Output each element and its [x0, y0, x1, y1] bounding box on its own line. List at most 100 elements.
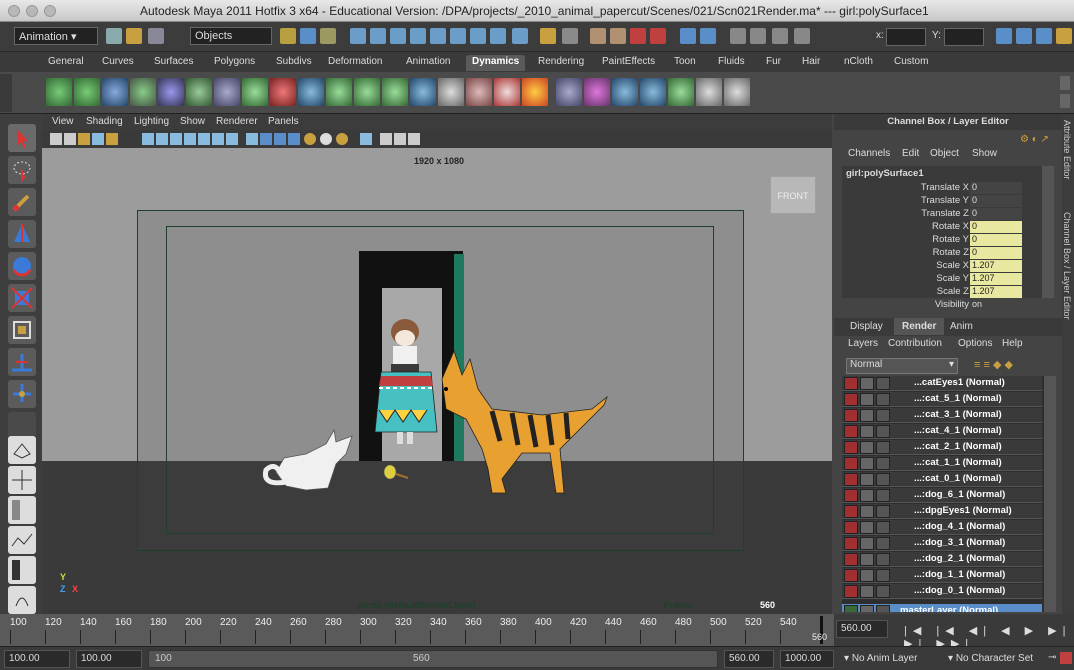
soft-modification-icon[interactable]: [8, 348, 36, 376]
render-toggle-icon[interactable]: [844, 569, 858, 582]
recycle-toggle-icon[interactable]: [860, 489, 874, 502]
render-toggle-icon[interactable]: [844, 473, 858, 486]
render-layer-row[interactable]: ...:dog_3_1 (Normal): [842, 536, 1042, 551]
render-toggle-icon[interactable]: [844, 521, 858, 534]
recycle-toggle-icon[interactable]: [860, 569, 874, 582]
menu-set-dropdown[interactable]: Animation ▾: [14, 27, 98, 45]
newton-field-icon[interactable]: [298, 78, 324, 106]
select-camera-icon[interactable]: [50, 133, 62, 145]
render-view-icon[interactable]: [772, 28, 788, 44]
attribute-editor-tab[interactable]: Attribute Editor: [1062, 120, 1072, 180]
channel-value-field[interactable]: 0: [970, 247, 1022, 259]
viewport-menu-renderer[interactable]: Renderer: [216, 116, 258, 127]
lock-icon[interactable]: [540, 28, 556, 44]
layer-settings-icon[interactable]: [876, 521, 890, 534]
gravity-field-icon[interactable]: [270, 78, 296, 106]
layer-settings-icon[interactable]: [876, 605, 890, 612]
recycle-toggle-icon[interactable]: [860, 585, 874, 598]
channel-value-field[interactable]: 0: [970, 182, 1022, 194]
show-hide-icon[interactable]: [680, 28, 696, 44]
batch-render-icon[interactable]: [750, 28, 766, 44]
render-toggle-icon[interactable]: [844, 393, 858, 406]
move-tool-icon[interactable]: [8, 220, 36, 248]
particle-tool-icon[interactable]: [46, 78, 72, 106]
vortex-field-icon[interactable]: [410, 78, 436, 106]
shelf-tab-fluids[interactable]: Fluids: [712, 55, 751, 71]
render-layer-row[interactable]: ...:dog_4_1 (Normal): [842, 520, 1042, 535]
character-set-dropdown[interactable]: ▾ No Character Set: [944, 650, 1044, 668]
channel-box-options-icon[interactable]: ⚙ ◐ ↗: [1020, 134, 1054, 146]
lightning-effect-icon[interactable]: [612, 78, 638, 106]
perspective-viewport[interactable]: View Shading Lighting Show Renderer Pane…: [42, 114, 832, 614]
anim-layer-dropdown[interactable]: ▾ No Anim Layer: [840, 650, 942, 668]
layout-single-icon[interactable]: [8, 436, 36, 464]
history-icon[interactable]: [470, 28, 486, 44]
fire-effect-icon[interactable]: [522, 78, 548, 106]
layer-settings-icon[interactable]: [876, 489, 890, 502]
bowling-pin-icon[interactable]: [494, 78, 520, 106]
use-all-lights-icon[interactable]: [304, 133, 316, 145]
channel-value-field[interactable]: 1.207: [970, 273, 1022, 285]
channel-value-field[interactable]: 1.207: [970, 286, 1022, 298]
layer-settings-icon[interactable]: [876, 553, 890, 566]
channel-box-toggle-icon[interactable]: [1036, 28, 1052, 44]
high-quality-icon[interactable]: [336, 133, 348, 145]
rigid-body-icon[interactable]: [438, 78, 464, 106]
render-layer-row[interactable]: ...:cat_5_1 (Normal): [842, 392, 1042, 407]
fireworks-effect-icon[interactable]: [584, 78, 610, 106]
channel-row[interactable]: Rotate Z0: [852, 247, 1057, 260]
radial-field-icon[interactable]: [326, 78, 352, 106]
channel-row[interactable]: Translate X0: [852, 182, 1057, 195]
drag-field-icon[interactable]: [242, 78, 268, 106]
viewport-menu-shading[interactable]: Shading: [86, 116, 123, 127]
render-toggle-icon[interactable]: [844, 553, 858, 566]
curve-flow-icon[interactable]: [668, 78, 694, 106]
layer-settings-icon[interactable]: [876, 537, 890, 550]
uniform-field-icon[interactable]: [382, 78, 408, 106]
viewport-menu-show[interactable]: Show: [180, 116, 205, 127]
ipr-render-icon[interactable]: [590, 28, 606, 44]
shelf-scroll-up[interactable]: [1060, 76, 1070, 90]
render-toggle-icon[interactable]: [844, 537, 858, 550]
options-menu[interactable]: Options: [958, 338, 992, 349]
layout-custom-icon[interactable]: [8, 586, 36, 614]
animation-start-field[interactable]: 100.00: [4, 650, 70, 668]
shelf-tab-deformation[interactable]: Deformation: [322, 55, 388, 71]
hair-icon[interactable]: [724, 78, 750, 106]
smooth-shade-icon[interactable]: [260, 133, 272, 145]
playback-start-field[interactable]: 100.00: [76, 650, 142, 668]
shelf-tab-ncloth[interactable]: nCloth: [838, 55, 879, 71]
shelf-tab-fur[interactable]: Fur: [760, 55, 787, 71]
layers-menu[interactable]: Layers: [848, 338, 878, 349]
auto-key-icon[interactable]: ⊸: [1048, 652, 1058, 664]
recycle-toggle-icon[interactable]: [860, 441, 874, 454]
shelf-tab-general[interactable]: General: [42, 55, 90, 71]
recycle-toggle-icon[interactable]: [860, 425, 874, 438]
render-toggle-icon[interactable]: [844, 457, 858, 470]
resolution-gate-icon[interactable]: [170, 133, 182, 145]
attribute-editor-toggle-icon[interactable]: [996, 28, 1012, 44]
omni-emitter-icon[interactable]: [102, 78, 128, 106]
input-output-icon[interactable]: [490, 28, 506, 44]
select-component-icon[interactable]: [320, 28, 336, 44]
camera-icon[interactable]: [730, 28, 746, 44]
zoom-window-button[interactable]: [44, 5, 56, 17]
render-layer-row[interactable]: ...:cat_4_1 (Normal): [842, 424, 1042, 439]
render-toggle-icon[interactable]: [844, 441, 858, 454]
render-layer-row[interactable]: ...:dog_2_1 (Normal): [842, 552, 1042, 567]
2d-pan-zoom-icon[interactable]: [106, 133, 118, 145]
minimize-window-button[interactable]: [26, 5, 38, 17]
shelf-tab-dynamics[interactable]: Dynamics: [466, 55, 526, 71]
layer-settings-icon[interactable]: [876, 441, 890, 454]
shelf-scroll-down[interactable]: [1060, 94, 1070, 108]
render-layer-row[interactable]: ...:dpgEyes1 (Normal): [842, 504, 1042, 519]
object-menu[interactable]: Object: [930, 148, 959, 159]
x-field[interactable]: [886, 28, 926, 46]
contribution-menu[interactable]: Contribution: [888, 338, 942, 349]
bookmarks-icon[interactable]: [78, 133, 90, 145]
shelf-tab-curves[interactable]: Curves: [96, 55, 140, 71]
render-layer-row[interactable]: ...:cat_0_1 (Normal): [842, 472, 1042, 487]
layout-icon[interactable]: [700, 28, 716, 44]
help-line-icon[interactable]: [1056, 28, 1072, 44]
passive-rigid-body-icon[interactable]: [466, 78, 492, 106]
